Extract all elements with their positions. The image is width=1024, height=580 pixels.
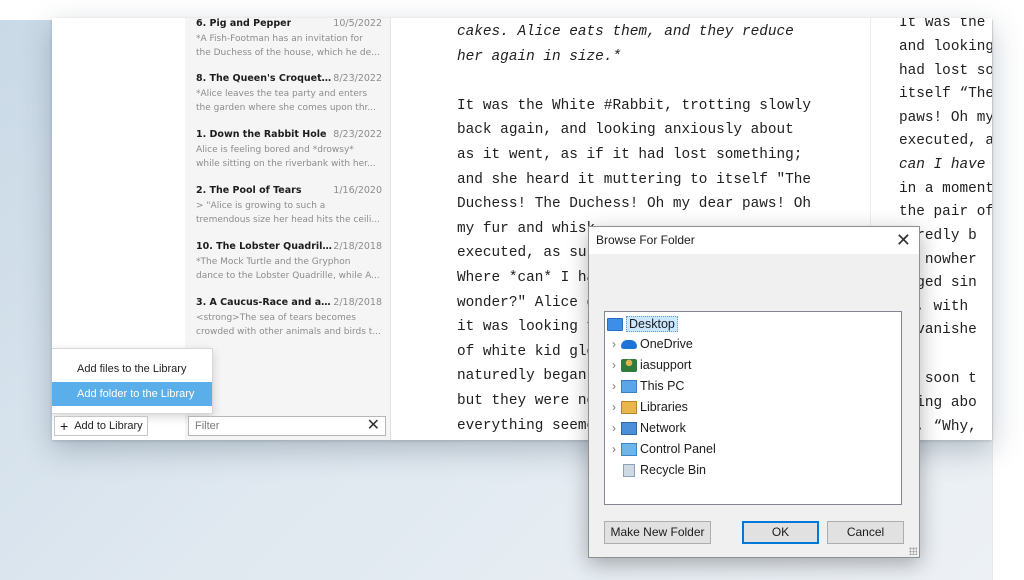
chapter-preview: the Duchess of the house, which he del..…	[196, 48, 382, 58]
chapter-preview: *Alice leaves the tea party and enters	[196, 89, 368, 99]
tree-item-label: iasupport	[640, 358, 692, 372]
filter-input[interactable]	[189, 417, 365, 435]
network-icon	[621, 421, 637, 435]
chapter-date: 1/16/2020	[333, 185, 382, 196]
chapter-title: 3. A Caucus-Race and a Lo...	[196, 297, 332, 308]
dialog-title: Browse For Folder	[596, 233, 695, 247]
chapter-item[interactable]: 6. Pig and Pepper 10/5/2022 *A Fish-Footm…	[196, 18, 382, 60]
menu-item-add-folder[interactable]: Add folder to the Library	[52, 382, 212, 406]
chapter-item[interactable]: 2. The Pool of Tears 1/16/2020 > "Alice i…	[196, 185, 382, 227]
chapter-list: 6. Pig and Pepper 10/5/2022 *A Fish-Footm…	[185, 18, 391, 440]
tree-item-label: Desktop	[626, 316, 678, 332]
chapter-preview: *The Mock Turtle and the Gryphon	[196, 257, 351, 267]
chevron-right-icon[interactable]: ›	[607, 442, 621, 456]
tree-item-label: Network	[640, 421, 686, 435]
add-to-library-button[interactable]: + Add to Library	[54, 416, 148, 436]
tree-item-desktop[interactable]: Desktop	[607, 314, 678, 334]
tree-item-libraries[interactable]: › Libraries	[607, 397, 688, 417]
chevron-right-icon[interactable]: ›	[607, 337, 621, 351]
chapter-title: 2. The Pool of Tears	[196, 185, 302, 196]
tree-item-label: Recycle Bin	[640, 463, 706, 477]
chapter-date: 10/5/2022	[333, 18, 382, 29]
chapter-date: 2/18/2018	[333, 297, 382, 308]
chapter-preview: > "Alice is growing to such a	[196, 201, 326, 211]
tree-item-network[interactable]: › Network	[607, 418, 686, 438]
tree-item-label: OneDrive	[640, 337, 693, 351]
chapter-preview: *A Fish-Footman has an invitation for	[196, 34, 363, 44]
text-line: in a moment	[899, 181, 992, 197]
text-line: It was the White #Rabbit, trotting slowl…	[457, 97, 812, 114]
menu-item-add-files[interactable]: Add files to the Library	[52, 357, 212, 381]
chapter-title: 6. Pig and Pepper	[196, 18, 292, 29]
filter-box: ✕	[188, 416, 386, 436]
make-new-folder-button[interactable]: Make New Folder	[604, 521, 711, 544]
cancel-button[interactable]: Cancel	[827, 521, 904, 544]
close-icon[interactable]: ✕	[896, 230, 911, 250]
chevron-right-icon[interactable]: ›	[607, 379, 621, 393]
browse-folder-dialog: Browse For Folder ✕ Desktop › OneDrive ›…	[588, 226, 920, 558]
tree-item-label: This PC	[640, 379, 685, 393]
chapter-item[interactable]: 3. A Caucus-Race and a Lo...2/18/2018 <s…	[196, 297, 382, 339]
tree-item-this-pc[interactable]: › This PC	[607, 376, 684, 396]
computer-icon	[621, 379, 637, 393]
text-line: back again, and looking anxiously about	[457, 122, 794, 139]
resize-grip-icon[interactable]	[909, 547, 917, 555]
chapter-item[interactable]: 10. The Lobster Quadrille 2/18/2018 *The …	[196, 241, 382, 283]
tree-item-control-panel[interactable]: › Control Panel	[607, 439, 716, 459]
plus-icon: +	[60, 418, 69, 434]
chevron-right-icon[interactable]: ›	[607, 400, 621, 414]
tree-item-onedrive[interactable]: › OneDrive	[607, 334, 693, 354]
ok-button[interactable]: OK	[742, 521, 819, 544]
text-line	[457, 69, 877, 94]
chapter-preview: crowded with other animals and birds t..…	[196, 327, 381, 337]
add-library-menu: Add files to the Library Add folder to t…	[52, 348, 213, 414]
chapter-preview: <strong>The sea of tears becomes	[196, 313, 356, 323]
chevron-right-icon[interactable]: ›	[607, 358, 621, 372]
text-line: executed, a	[899, 133, 992, 149]
chevron-right-icon[interactable]: ›	[607, 421, 621, 435]
libraries-icon	[621, 400, 637, 414]
folder-tree: Desktop › OneDrive › iasupport › This PC…	[604, 311, 902, 505]
dialog-titlebar: Browse For Folder ✕	[589, 227, 919, 254]
recycle-bin-icon	[623, 463, 635, 477]
chapter-date: 8/23/2022	[333, 73, 382, 84]
tree-item-recycle-bin[interactable]: Recycle Bin	[621, 460, 706, 480]
chapter-preview: while sitting on the riverbank with her.…	[196, 159, 376, 169]
user-folder-icon	[621, 358, 637, 372]
text-line: and she heard it muttering to itself "Th…	[457, 171, 812, 188]
chapter-title: 1. Down the Rabbit Hole	[196, 129, 327, 140]
text-line: as it went, as if it had lost something;	[457, 146, 803, 163]
chapter-date: 2/18/2018	[333, 241, 382, 252]
clear-filter-icon[interactable]: ✕	[367, 418, 380, 434]
chapter-title: 8. The Queen's Croquet-Gr...	[196, 73, 332, 84]
text-line: can I have	[899, 157, 986, 173]
text-line: her again in size.*	[457, 48, 622, 65]
text-line: itself “The	[899, 86, 992, 102]
chapter-preview: the garden where she comes upon thr...	[196, 103, 376, 113]
text-line: and looking	[899, 39, 992, 55]
chapter-date: 8/23/2022	[333, 129, 382, 140]
tree-item-label: Libraries	[640, 400, 688, 414]
chapter-title: 10. The Lobster Quadrille	[196, 241, 332, 252]
chapter-item[interactable]: 8. The Queen's Croquet-Gr...8/23/2022 *A…	[196, 73, 382, 115]
control-panel-icon	[621, 442, 637, 456]
text-line: cakes. Alice eats them, and they reduce	[457, 24, 794, 40]
chapter-preview: tremendous size her head hits the ceili.…	[196, 215, 380, 225]
desktop-icon	[607, 317, 623, 331]
tree-item-iasupport[interactable]: › iasupport	[607, 355, 691, 375]
text-line: had lost so	[899, 63, 992, 79]
text-line: the pair of	[899, 204, 992, 220]
text-line: Duchess! The Duchess! Oh my dear paws! O…	[457, 196, 812, 213]
chapter-preview: Alice is feeling bored and *drowsy*	[196, 145, 354, 155]
text-line: It was the	[899, 18, 986, 31]
add-to-library-label: Add to Library	[74, 420, 143, 432]
tree-item-label: Control Panel	[640, 442, 716, 456]
onedrive-cloud-icon	[621, 339, 637, 349]
chapter-item[interactable]: 1. Down the Rabbit Hole 8/23/2022 Alice i…	[196, 129, 382, 171]
chapter-preview: dance to the Lobster Quadrille, while A.…	[196, 271, 380, 281]
text-line: paws! Oh my	[899, 110, 992, 126]
